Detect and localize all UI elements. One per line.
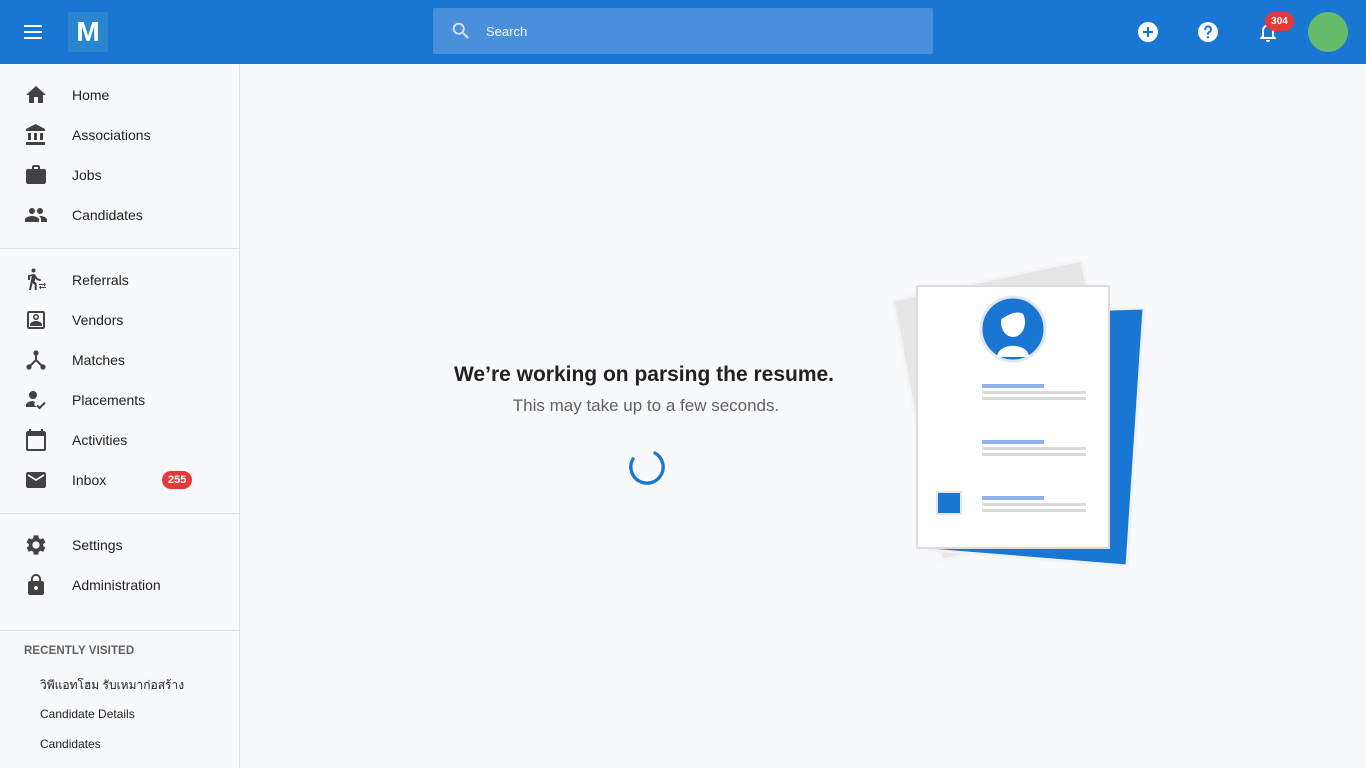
- bank-icon: [26, 124, 45, 145]
- contact-box-icon: [27, 311, 45, 329]
- sidebar-item-activities[interactable]: Activities: [0, 420, 239, 460]
- walk-transfer-icon: [28, 268, 46, 290]
- calendar-icon: [26, 429, 46, 451]
- sidebar-item-label: Activities: [72, 432, 128, 448]
- sidebar-item-label: Candidates: [72, 207, 143, 223]
- sidebar-item-vendors[interactable]: Vendors: [0, 300, 239, 340]
- sidebar-divider: [0, 248, 239, 249]
- sidebar-item-associations[interactable]: Associations: [0, 115, 239, 155]
- add-circle-icon[interactable]: [1136, 20, 1160, 44]
- main-content: We’re working on parsing the resume. Thi…: [240, 64, 1366, 768]
- recently-visited-header: RECENTLY VISITED: [24, 645, 135, 657]
- sidebar-item-label: Administration: [72, 577, 161, 593]
- sidebar: Home Associations Jobs Candidates Referr…: [0, 64, 240, 768]
- sidebar-item-label: Inbox: [72, 472, 107, 488]
- search-icon: [452, 22, 469, 39]
- sidebar-item-inbox[interactable]: Inbox 255: [0, 460, 239, 500]
- sidebar-item-label: Vendors: [72, 312, 124, 328]
- people-icon: [25, 208, 47, 222]
- network-icon: [26, 350, 46, 370]
- help-icon[interactable]: [1196, 20, 1220, 44]
- sidebar-item-label: Settings: [72, 537, 123, 553]
- search-input[interactable]: [486, 23, 886, 39]
- notification-badge: 304: [1265, 12, 1294, 31]
- lock-icon: [28, 574, 44, 595]
- resume-illustration: [891, 260, 1146, 568]
- recent-item[interactable]: Candidate Details: [40, 707, 135, 721]
- person-check-icon: [26, 391, 46, 410]
- sidebar-item-label: Placements: [72, 392, 146, 408]
- search-bar[interactable]: [433, 8, 933, 54]
- briefcase-icon: [26, 165, 46, 184]
- sidebar-item-matches[interactable]: Matches: [0, 340, 239, 380]
- sidebar-item-label: Matches: [72, 352, 125, 368]
- sidebar-item-jobs[interactable]: Jobs: [0, 155, 239, 195]
- sidebar-item-label: Jobs: [72, 167, 102, 183]
- sidebar-item-label: Referrals: [72, 272, 129, 288]
- app-logo[interactable]: M: [68, 12, 108, 52]
- inbox-count-badge: 255: [162, 471, 193, 489]
- sidebar-item-settings[interactable]: Settings: [0, 525, 239, 565]
- recent-item[interactable]: วิพีแอทโฮม รับเหมาก่อสร้าง: [40, 676, 184, 695]
- user-avatar[interactable]: [1308, 12, 1348, 52]
- sidebar-divider: [0, 513, 239, 514]
- sidebar-item-label: Associations: [72, 127, 151, 143]
- top-app-bar: M 304: [0, 0, 1366, 64]
- sidebar-item-administration[interactable]: Administration: [0, 565, 239, 605]
- gear-icon: [26, 535, 46, 555]
- mail-icon: [26, 472, 46, 488]
- recent-item[interactable]: Candidates: [40, 737, 101, 751]
- sidebar-divider: [0, 630, 239, 631]
- sidebar-item-candidates[interactable]: Candidates: [0, 195, 239, 235]
- menu-icon[interactable]: [22, 22, 46, 42]
- sidebar-item-home[interactable]: Home: [0, 75, 239, 115]
- sidebar-item-referrals[interactable]: Referrals: [0, 260, 239, 300]
- sidebar-item-label: Home: [72, 87, 110, 103]
- sidebar-item-placements[interactable]: Placements: [0, 380, 239, 420]
- home-icon: [26, 86, 46, 103]
- loading-spinner: [629, 449, 665, 485]
